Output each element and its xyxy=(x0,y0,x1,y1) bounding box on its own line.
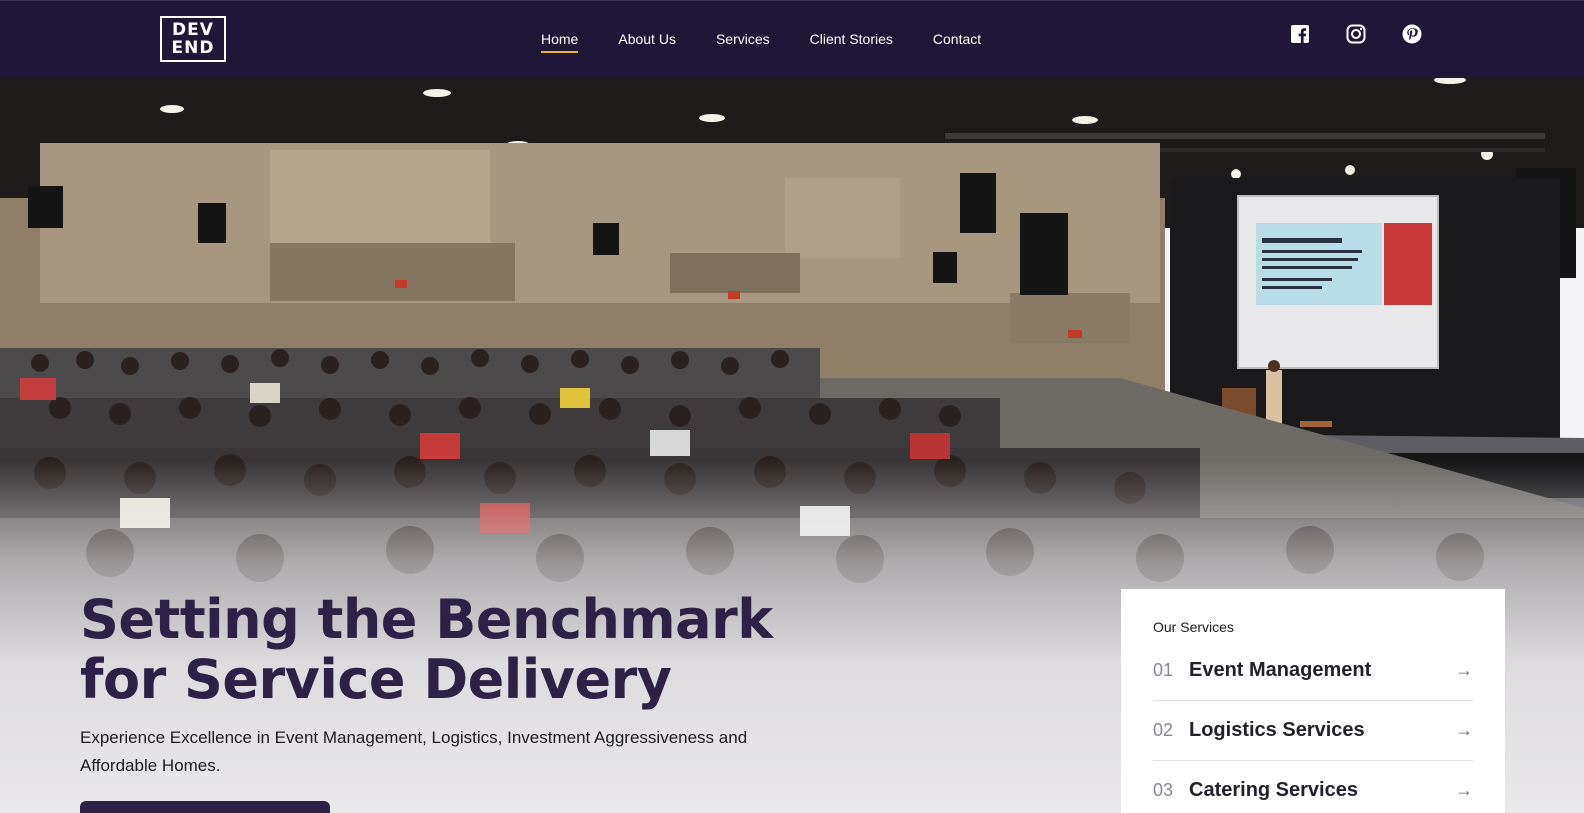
nav-contact[interactable]: Contact xyxy=(933,31,981,53)
pinterest-icon[interactable] xyxy=(1402,24,1422,44)
services-card-title: Our Services xyxy=(1153,619,1234,635)
service-name: Event Management xyxy=(1189,659,1372,681)
devend-logo[interactable]: DEV END xyxy=(160,16,226,62)
services-card: Our Services 01 Event Management → 02 Lo… xyxy=(1121,589,1505,813)
service-number: 03 xyxy=(1153,780,1174,800)
social-links xyxy=(1290,24,1422,44)
hero-section: Setting the Benchmark for Service Delive… xyxy=(0,78,1584,813)
service-name: Logistics Services xyxy=(1189,719,1365,741)
nav-home[interactable]: Home xyxy=(541,31,579,53)
nav-about-us[interactable]: About Us xyxy=(618,31,676,53)
site-header: DEV END Home About Us Services Client St… xyxy=(0,0,1584,78)
service-number: 02 xyxy=(1153,720,1174,740)
service-item-catering[interactable]: 03 Catering Services → xyxy=(1153,761,1473,813)
hero-title: Setting the Benchmark for Service Delive… xyxy=(80,588,773,711)
arrow-right-icon: → xyxy=(1455,780,1473,800)
arrow-right-icon: → xyxy=(1455,720,1473,740)
nav-services[interactable]: Services xyxy=(716,31,770,53)
service-number: 01 xyxy=(1153,660,1174,680)
service-name: Catering Services xyxy=(1189,779,1358,801)
cta-button[interactable] xyxy=(80,801,330,813)
nav-client-stories[interactable]: Client Stories xyxy=(810,31,893,53)
main-nav: Home About Us Services Client Stories Co… xyxy=(541,31,981,53)
logo-text-bottom: END xyxy=(171,38,215,58)
logo-text-top: DEV xyxy=(172,20,214,40)
service-item-logistics[interactable]: 02 Logistics Services → xyxy=(1153,701,1473,761)
facebook-icon[interactable] xyxy=(1290,24,1310,44)
service-item-event-management[interactable]: 01 Event Management → xyxy=(1153,641,1473,701)
hero-subtitle: Experience Excellence in Event Managemen… xyxy=(80,728,748,775)
arrow-right-icon: → xyxy=(1455,660,1473,680)
instagram-icon[interactable] xyxy=(1346,24,1366,44)
